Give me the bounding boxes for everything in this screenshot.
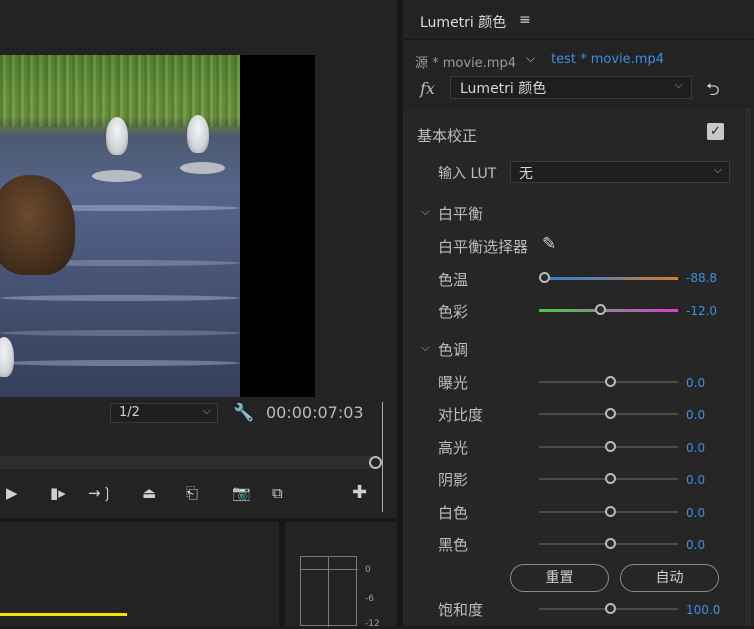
step-forward-icon[interactable]: ▮▸ xyxy=(50,484,66,502)
timeline-panel xyxy=(0,522,279,626)
slider-label: 色彩 xyxy=(438,303,469,321)
lift-icon[interactable]: ⏏ xyxy=(142,484,156,502)
rock xyxy=(180,162,225,174)
whites-value[interactable]: 0.0 xyxy=(686,506,705,520)
basic-correction-checkbox[interactable]: ✓ xyxy=(707,123,724,140)
fx-icon[interactable]: fx xyxy=(420,79,435,98)
chevron-down-icon[interactable]: ⌵ xyxy=(421,341,429,355)
video-frame[interactable] xyxy=(0,55,240,397)
water-wave xyxy=(0,295,240,301)
shadows-slider-knob[interactable] xyxy=(605,473,616,484)
input-lut-select[interactable]: 无 ⌵ xyxy=(510,161,730,183)
input-lut-label: 输入 LUT xyxy=(438,166,497,182)
exposure-slider-knob[interactable] xyxy=(605,376,616,387)
hamburger-menu-icon[interactable]: ≡ xyxy=(519,12,531,28)
slider-label: 高光 xyxy=(438,439,469,457)
saturation-value[interactable]: 100.0 xyxy=(686,603,720,617)
slider-label: 色温 xyxy=(438,271,469,289)
audio-meter xyxy=(300,556,358,627)
add-button-icon[interactable]: ✚ xyxy=(352,482,367,503)
effect-name: Lumetri 颜色 xyxy=(460,81,547,97)
scrollbar[interactable] xyxy=(745,108,751,626)
tone-label[interactable]: 色调 xyxy=(438,339,468,360)
meter-divider xyxy=(328,557,329,627)
saturation-slider-knob[interactable] xyxy=(605,603,616,614)
temperature-value[interactable]: -88.8 xyxy=(686,271,717,285)
wrench-icon[interactable]: 🔧 xyxy=(233,403,254,423)
slider-label: 阴影 xyxy=(438,471,469,489)
chevron-down-icon: ⌵ xyxy=(713,163,722,176)
reset-effect-icon[interactable]: ⮌ xyxy=(706,77,720,106)
meter-db-label: -12 xyxy=(365,619,380,629)
effect-select[interactable]: Lumetri 颜色 ⌵ xyxy=(450,76,692,99)
tint-value[interactable]: -12.0 xyxy=(686,304,717,318)
playhead-handle[interactable] xyxy=(369,456,382,469)
water-wave xyxy=(0,360,240,366)
timecode[interactable]: 00:00:07:03 xyxy=(266,403,364,422)
temperature-track[interactable] xyxy=(545,277,678,280)
basic-correction-label[interactable]: 基本校正 xyxy=(417,125,477,146)
contrast-value[interactable]: 0.0 xyxy=(686,408,705,422)
go-to-out-icon[interactable]: →❳ xyxy=(88,484,113,502)
scrub-bar[interactable] xyxy=(0,456,382,469)
reset-button[interactable]: 重置 xyxy=(510,564,609,592)
panel-title[interactable]: Lumetri 颜色 xyxy=(420,12,506,32)
highlights-value[interactable]: 0.0 xyxy=(686,441,705,455)
slider-label: 白色 xyxy=(438,504,469,522)
highlights-slider-knob[interactable] xyxy=(605,441,616,452)
bear-figure xyxy=(0,175,75,275)
letterbox-bar xyxy=(240,55,315,397)
seagull-figure xyxy=(106,117,128,155)
seagull-figure xyxy=(187,115,209,153)
zoom-select[interactable]: 1/2 ⌵ xyxy=(110,403,218,423)
tint-slider-knob[interactable] xyxy=(595,304,606,315)
camera-icon[interactable]: 📷 xyxy=(232,484,251,502)
temperature-slider-knob[interactable] xyxy=(539,272,550,283)
input-lut-value: 无 xyxy=(519,166,533,182)
blacks-value[interactable]: 0.0 xyxy=(686,538,705,552)
grass-area xyxy=(0,55,240,127)
source-clip-tab[interactable]: 源 * movie.mp4 xyxy=(415,52,516,71)
slider-label: 黑色 xyxy=(438,536,469,554)
blacks-slider-knob[interactable] xyxy=(605,538,616,549)
meter-db-label: 0 xyxy=(365,565,371,575)
play-button[interactable]: ▶ xyxy=(6,484,18,502)
tint-track[interactable] xyxy=(539,309,678,312)
rock xyxy=(92,170,142,182)
chevron-down-icon: ⌵ xyxy=(202,404,211,417)
meter-db-label: -6 xyxy=(365,594,374,604)
water-wave xyxy=(0,330,240,336)
seagull-figure xyxy=(0,337,14,377)
chevron-down-icon[interactable]: ⌵ xyxy=(526,51,535,66)
white-balance-selector-label: 白平衡选择器 xyxy=(438,238,529,256)
chevron-down-icon[interactable]: ⌵ xyxy=(421,205,429,219)
extract-icon[interactable]: ⎗ xyxy=(186,484,198,502)
slider-label: 饱和度 xyxy=(438,601,484,619)
work-area-bar[interactable] xyxy=(0,613,127,616)
whites-slider-knob[interactable] xyxy=(605,506,616,517)
auto-button[interactable]: 自动 xyxy=(620,564,719,592)
zoom-value: 1/2 xyxy=(119,405,140,420)
eyedropper-icon[interactable]: ✎ xyxy=(542,234,556,254)
meter-divider xyxy=(301,569,358,570)
chevron-down-icon: ⌵ xyxy=(674,78,683,91)
slider-label: 对比度 xyxy=(438,406,484,424)
sequence-clip-tab[interactable]: test * movie.mp4 xyxy=(551,52,664,67)
white-balance-label[interactable]: 白平衡 xyxy=(438,203,483,224)
slider-label: 曝光 xyxy=(438,374,469,392)
exposure-value[interactable]: 0.0 xyxy=(686,376,705,390)
compare-view-icon[interactable]: ⧉ xyxy=(272,484,283,502)
shadows-value[interactable]: 0.0 xyxy=(686,473,705,487)
contrast-slider-knob[interactable] xyxy=(605,408,616,419)
divider xyxy=(382,402,383,512)
